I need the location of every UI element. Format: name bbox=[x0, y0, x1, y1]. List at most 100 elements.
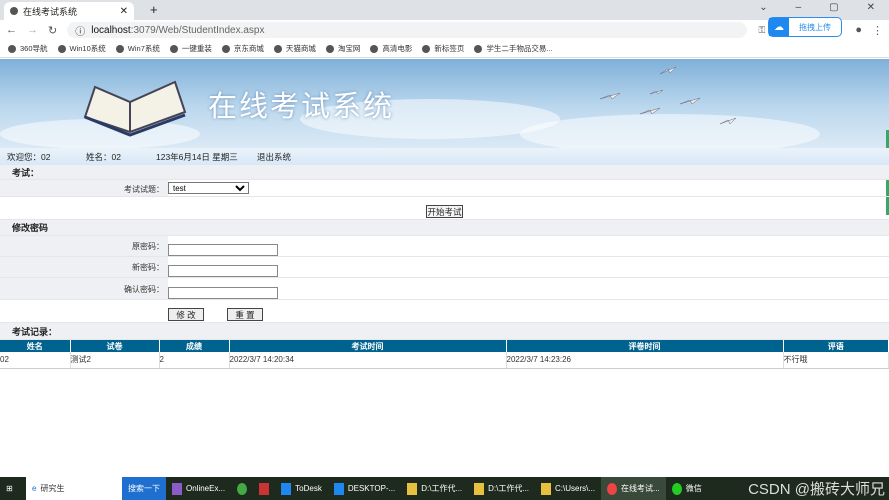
cell-score: 2 bbox=[159, 352, 230, 369]
chevron-down-icon[interactable]: ⌄ bbox=[759, 2, 767, 13]
bookmark-label: 学生二手物品交易... bbox=[486, 44, 553, 53]
menu-icon[interactable]: ⋮ bbox=[872, 24, 883, 37]
site-banner: 在线考试系统 bbox=[0, 59, 889, 148]
bookmark[interactable]: 新标签页 bbox=[422, 43, 464, 54]
profile-icon[interactable]: ● bbox=[855, 24, 862, 36]
url-input[interactable]: ⓘ localhost:3079/Web/StudentIndex.aspx bbox=[67, 22, 748, 38]
url-host: localhost bbox=[91, 24, 131, 36]
globe-icon bbox=[370, 44, 379, 53]
logout-link[interactable]: 退出系统 bbox=[257, 151, 291, 163]
app-label: 微信 bbox=[685, 484, 702, 493]
globe-icon bbox=[169, 44, 178, 53]
bookmark-label: 京东商城 bbox=[233, 44, 264, 53]
minimize-button[interactable]: – bbox=[796, 2, 802, 13]
exam-label: 考试试题： bbox=[124, 185, 164, 194]
app-label: D:\工作代... bbox=[421, 484, 463, 493]
exam-records-table: 姓名 试卷 成绩 考试时间 评卷时间 评语 02 测试2 2 2022/3/7 … bbox=[0, 340, 889, 369]
folder-icon bbox=[474, 482, 485, 495]
globe-icon bbox=[273, 44, 282, 53]
start-exam-button[interactable]: 开始考试 bbox=[426, 205, 463, 218]
confirm-password-input[interactable] bbox=[168, 287, 278, 299]
search-text: 研究生 bbox=[40, 484, 65, 493]
bookmark[interactable]: 高清电影 bbox=[370, 43, 412, 54]
cell-comment: 不行哦 bbox=[783, 352, 889, 369]
new-password-label: 新密码： bbox=[132, 263, 164, 272]
globe-icon bbox=[221, 44, 230, 53]
browser-tab[interactable]: 在线考试系统 ✕ bbox=[4, 2, 134, 20]
globe-icon bbox=[10, 7, 18, 15]
taskbar-app[interactable]: 在线考试... bbox=[601, 477, 666, 500]
taskbar-app[interactable] bbox=[231, 477, 253, 500]
bookmark[interactable]: 一键重装 bbox=[169, 43, 212, 54]
modify-button[interactable]: 修 改 bbox=[168, 308, 204, 321]
search-box[interactable]: e 研究生 bbox=[26, 477, 122, 500]
column-header: 姓名 bbox=[0, 340, 71, 352]
taskbar-app[interactable]: D:\工作代... bbox=[468, 477, 535, 500]
old-password-input[interactable] bbox=[168, 244, 278, 256]
confirm-password-label: 确认密码： bbox=[124, 285, 164, 294]
password-buttons-row: 修 改 重 置 bbox=[0, 300, 889, 323]
back-icon[interactable]: ← bbox=[6, 24, 17, 36]
taskbar-app[interactable] bbox=[253, 477, 275, 500]
bookmark[interactable]: 淘宝网 bbox=[325, 43, 361, 54]
search-button[interactable]: 搜索一下 bbox=[122, 477, 166, 500]
wechat-icon bbox=[671, 482, 682, 495]
bookmark[interactable]: 京东商城 bbox=[221, 43, 264, 54]
globe-icon bbox=[8, 44, 16, 53]
new-tab-button[interactable]: + bbox=[150, 2, 158, 17]
bookmark[interactable]: 360导航 bbox=[8, 43, 48, 54]
bookmark-label: 淘宝网 bbox=[337, 44, 361, 53]
maximize-button[interactable]: ▢ bbox=[829, 2, 838, 13]
todesk-icon bbox=[333, 482, 344, 495]
bookmark[interactable]: 天猫商城 bbox=[273, 43, 316, 54]
column-header: 成绩 bbox=[159, 340, 230, 352]
globe-icon bbox=[115, 44, 124, 53]
chrome-icon bbox=[607, 482, 618, 495]
column-header: 评卷时间 bbox=[506, 340, 784, 352]
bookmark[interactable]: Win7系统 bbox=[115, 43, 160, 54]
taskbar-app[interactable]: D:\工作代... bbox=[401, 477, 468, 500]
start-button[interactable]: ⊞ bbox=[0, 477, 26, 500]
taskbar-app[interactable]: OnlineEx... bbox=[166, 477, 231, 500]
app-label: DESKTOP-... bbox=[347, 484, 396, 493]
reload-icon[interactable]: ↻ bbox=[48, 24, 57, 37]
new-password-input[interactable] bbox=[168, 265, 278, 277]
close-window-button[interactable]: ✕ bbox=[867, 2, 875, 13]
site-title: 在线考试系统 bbox=[208, 89, 395, 123]
date-text: 123年6月14日 星期三 bbox=[156, 151, 238, 162]
upload-button[interactable]: ☁ 拖拽上传 bbox=[768, 17, 842, 37]
column-header: 试卷 bbox=[70, 340, 160, 352]
upload-label: 拖拽上传 bbox=[799, 22, 831, 32]
forward-icon[interactable]: → bbox=[27, 24, 38, 36]
bookmark-label: Win7系统 bbox=[127, 44, 160, 53]
app-label: D:\工作代... bbox=[488, 484, 530, 493]
cell-name: 02 bbox=[0, 352, 71, 369]
confirm-password-row: 确认密码： bbox=[0, 278, 889, 300]
birds-illustration bbox=[599, 66, 737, 125]
taskbar-app[interactable]: DESKTOP-... bbox=[328, 477, 401, 500]
app-icon bbox=[259, 482, 270, 495]
bookmark[interactable]: Win10系统 bbox=[57, 43, 106, 54]
bookmark-label: 新标签页 bbox=[434, 44, 465, 53]
url-path: :3079/Web/StudentIndex.aspx bbox=[130, 24, 265, 36]
taskbar-app[interactable]: ToDesk bbox=[275, 477, 328, 500]
cell-grade-time: 2022/3/7 14:23:26 bbox=[506, 352, 784, 369]
taskbar-app[interactable]: C:\Users\... bbox=[535, 477, 601, 500]
old-password-row: 原密码： bbox=[0, 236, 889, 257]
app-label: C:\Users\... bbox=[555, 484, 596, 493]
close-tab-icon[interactable]: ✕ bbox=[120, 6, 128, 17]
address-bar-row: ← → ↻ ⓘ localhost:3079/Web/StudentIndex.asp… bbox=[0, 20, 889, 40]
globe-icon bbox=[57, 44, 66, 53]
exam-select[interactable]: test bbox=[168, 182, 249, 194]
key-icon[interactable]: ⚿ bbox=[758, 25, 765, 36]
watermark: CSDN @搬砖大师兄 bbox=[748, 481, 885, 498]
table-row: 02 测试2 2 2022/3/7 14:20:34 2022/3/7 14:2… bbox=[0, 352, 889, 369]
bookmark-label: 一键重装 bbox=[181, 44, 212, 53]
bookmark[interactable]: 学生二手物品交易... bbox=[474, 43, 553, 54]
taskbar-app[interactable]: 微信 bbox=[666, 477, 708, 500]
globe-icon bbox=[325, 44, 334, 53]
app-label: ToDesk bbox=[295, 484, 322, 493]
reset-button[interactable]: 重 置 bbox=[227, 308, 263, 321]
exam-section-header: 考试： bbox=[0, 165, 889, 180]
app-label: 在线考试... bbox=[621, 484, 660, 493]
